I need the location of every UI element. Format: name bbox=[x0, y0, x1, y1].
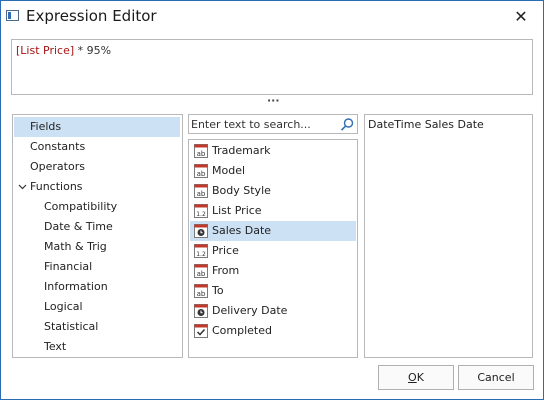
category-label: Compatibility bbox=[44, 200, 118, 213]
category-label: Financial bbox=[44, 260, 93, 273]
category-label: Functions bbox=[30, 180, 83, 193]
window-title: Expression Editor bbox=[26, 7, 157, 25]
field-item[interactable]: ab Model bbox=[190, 161, 356, 181]
field-label: Sales Date bbox=[212, 224, 272, 237]
description-panel: DateTime Sales Date bbox=[364, 114, 533, 358]
category-item[interactable]: Compatibility bbox=[14, 197, 180, 217]
string-field-icon: ab bbox=[194, 164, 208, 178]
category-label: Operators bbox=[30, 160, 85, 173]
svg-text:ab: ab bbox=[197, 170, 206, 178]
category-item[interactable]: Financial bbox=[14, 257, 180, 277]
title-bar[interactable]: Expression Editor ✕ bbox=[1, 1, 543, 33]
category-item[interactable]: Fields bbox=[14, 117, 180, 137]
expression-input[interactable]: [List Price] * 95% bbox=[11, 39, 533, 95]
field-item[interactable]: Delivery Date bbox=[190, 301, 356, 321]
field-label: Model bbox=[212, 164, 246, 177]
field-label: Price bbox=[212, 244, 239, 257]
svg-text:ab: ab bbox=[197, 270, 206, 278]
category-item[interactable]: Operators bbox=[14, 157, 180, 177]
field-item[interactable]: Completed bbox=[190, 321, 356, 341]
category-label: Fields bbox=[30, 120, 62, 133]
category-label: Information bbox=[44, 280, 108, 293]
field-label: Delivery Date bbox=[212, 304, 288, 317]
expression-text: * 95% bbox=[74, 44, 112, 57]
field-label: List Price bbox=[212, 204, 262, 217]
splitter-handle[interactable]: ··· bbox=[267, 95, 280, 107]
svg-text:ab: ab bbox=[197, 190, 206, 198]
close-button[interactable]: ✕ bbox=[507, 5, 535, 29]
category-label: Date & Time bbox=[44, 220, 113, 233]
string-field-icon: ab bbox=[194, 144, 208, 158]
svg-text:ab: ab bbox=[197, 290, 206, 298]
field-item[interactable]: 1.2 List Price bbox=[190, 201, 356, 221]
field-label: Trademark bbox=[212, 144, 271, 157]
string-field-icon: ab bbox=[194, 284, 208, 298]
datetime-field-icon bbox=[194, 304, 208, 318]
field-item[interactable]: ab Body Style bbox=[190, 181, 356, 201]
boolean-field-icon bbox=[194, 324, 208, 338]
category-item[interactable]: Math & Trig bbox=[14, 237, 180, 257]
datetime-field-icon bbox=[194, 224, 208, 238]
string-field-icon: ab bbox=[194, 264, 208, 278]
field-label: To bbox=[212, 284, 224, 297]
app-icon bbox=[6, 10, 19, 21]
category-label: Text bbox=[44, 340, 67, 353]
numeric-field-icon: 1.2 bbox=[194, 204, 208, 218]
category-item[interactable]: Functions bbox=[14, 177, 180, 197]
category-label: Math & Trig bbox=[44, 240, 107, 253]
svg-text:1.2: 1.2 bbox=[196, 251, 206, 258]
category-item[interactable]: Date & Time bbox=[14, 217, 180, 237]
search-icon[interactable] bbox=[339, 117, 355, 133]
svg-text:ab: ab bbox=[197, 150, 206, 158]
description-text: DateTime Sales Date bbox=[368, 118, 484, 131]
category-item[interactable]: Constants bbox=[14, 137, 180, 157]
chevron-down-icon[interactable] bbox=[18, 183, 27, 191]
field-list: ab Trademark ab Model ab Body Style 1.2 List Pr… bbox=[188, 139, 358, 358]
category-label: Statistical bbox=[44, 320, 99, 333]
field-item[interactable]: ab To bbox=[190, 281, 356, 301]
string-field-icon: ab bbox=[194, 184, 208, 198]
search-input[interactable] bbox=[190, 116, 338, 132]
search-box[interactable] bbox=[188, 114, 358, 134]
field-item[interactable]: ab From bbox=[190, 261, 356, 281]
category-item[interactable]: Text bbox=[14, 337, 180, 357]
field-label: From bbox=[212, 264, 240, 277]
field-label: Completed bbox=[212, 324, 272, 337]
field-label: Body Style bbox=[212, 184, 271, 197]
category-label: Logical bbox=[44, 300, 83, 313]
category-item[interactable]: Logical bbox=[14, 297, 180, 317]
category-list: Fields Constants Operators Functions Compati… bbox=[12, 114, 183, 358]
category-item[interactable]: Statistical bbox=[14, 317, 180, 337]
category-label: Constants bbox=[30, 140, 86, 153]
ok-mnemonic: O bbox=[408, 371, 417, 384]
field-item[interactable]: 1.2 Price bbox=[190, 241, 356, 261]
numeric-field-icon: 1.2 bbox=[194, 244, 208, 258]
field-item[interactable]: Sales Date bbox=[190, 221, 356, 241]
category-item[interactable]: Information bbox=[14, 277, 180, 297]
ok-label: K bbox=[416, 371, 424, 384]
svg-text:1.2: 1.2 bbox=[196, 211, 206, 218]
cancel-button[interactable]: Cancel bbox=[458, 365, 534, 390]
ok-button[interactable]: OK bbox=[378, 365, 454, 390]
expression-editor-window: Expression Editor ✕ [List Price] * 95% ·… bbox=[0, 0, 544, 400]
expression-field-token: [List Price] bbox=[16, 44, 75, 57]
field-item[interactable]: ab Trademark bbox=[190, 141, 356, 161]
